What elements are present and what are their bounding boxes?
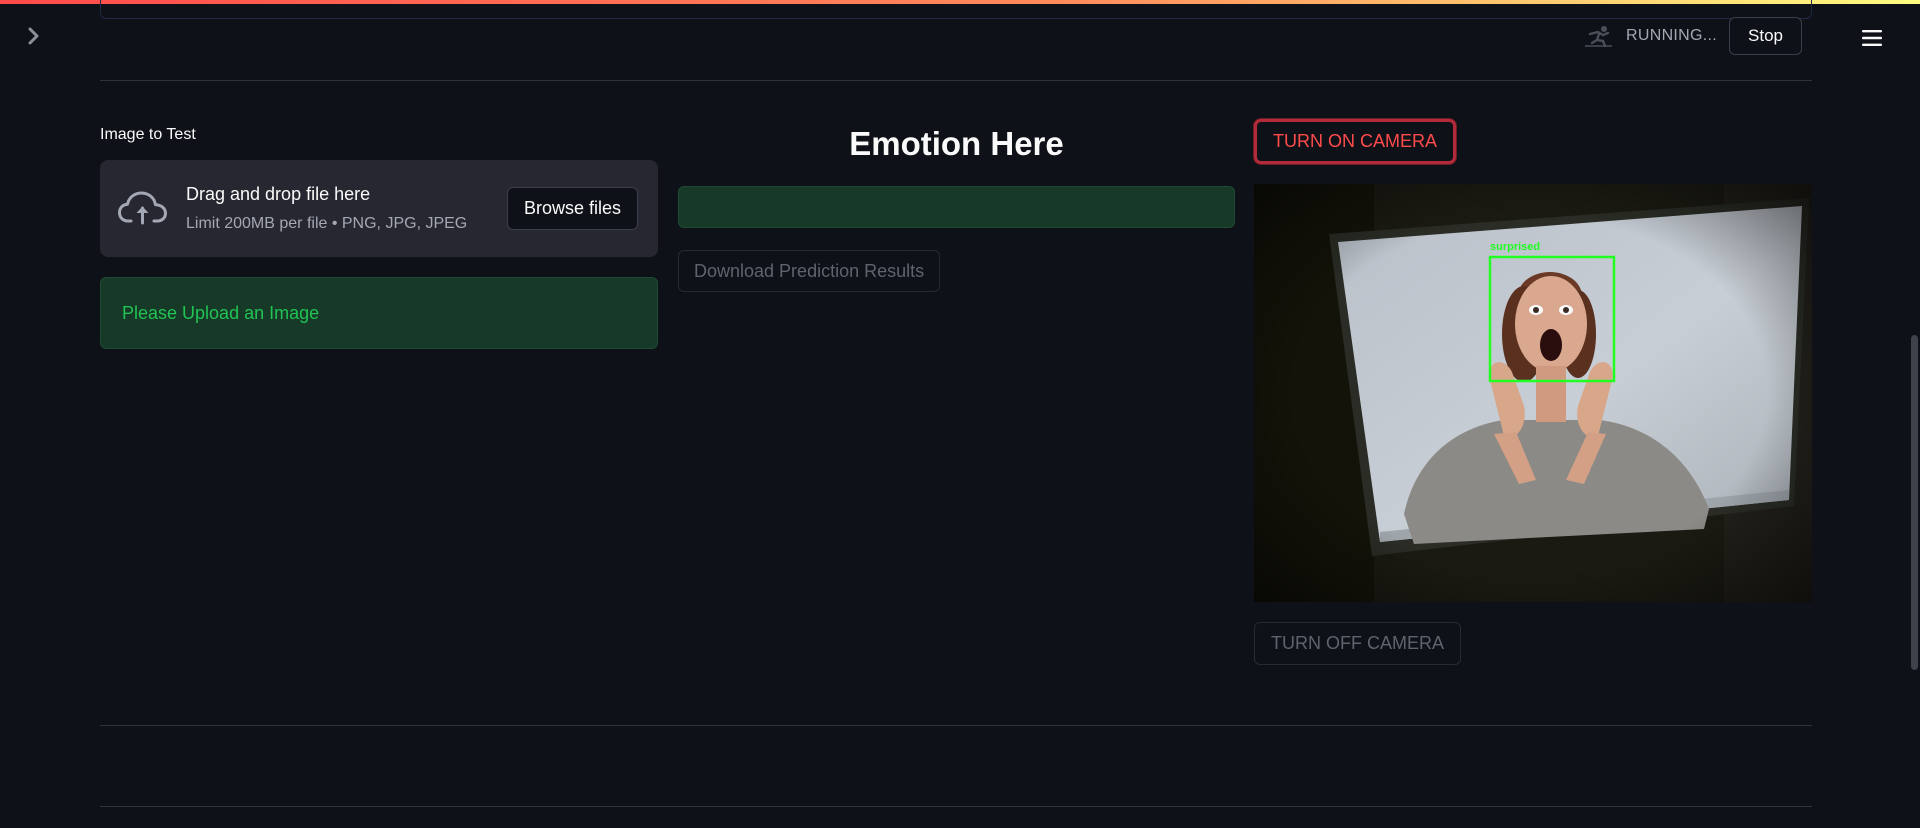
camera-video-frame: surprised xyxy=(1254,184,1812,602)
page-scrollbar[interactable] xyxy=(1908,0,1920,828)
cloud-upload-icon xyxy=(118,191,167,225)
running-status-text: RUNNING... xyxy=(1626,27,1718,44)
uploader-label: Image to Test xyxy=(100,126,196,143)
stop-button[interactable]: Stop xyxy=(1729,17,1802,55)
camera-frame-image: surprised xyxy=(1254,184,1812,602)
dropzone-limit-text: Limit 200MB per file • PNG, JPG, JPEG xyxy=(186,215,468,232)
chevron-right-icon xyxy=(28,27,39,45)
app-page: RUNNING... Stop Image to Test Drag and d… xyxy=(0,0,1920,828)
divider-footer xyxy=(100,806,1812,807)
dropzone-title: Drag and drop file here xyxy=(186,184,371,204)
turn-on-camera-button[interactable]: TURN ON CAMERA xyxy=(1254,119,1457,164)
turn-off-camera-button[interactable]: TURN OFF CAMERA xyxy=(1254,622,1461,665)
prediction-result-box xyxy=(678,186,1235,228)
browse-files-button[interactable]: Browse files xyxy=(506,187,638,230)
divider-bottom xyxy=(100,725,1812,726)
divider-top xyxy=(100,80,1812,81)
previous-block-edge xyxy=(100,0,1812,19)
emotion-heading: Emotion Here xyxy=(849,125,1064,162)
main-menu-button[interactable] xyxy=(1858,24,1886,52)
hamburger-menu-icon xyxy=(1862,30,1882,46)
upload-alert: Please Upload an Image xyxy=(100,277,658,349)
sidebar-expand-button[interactable] xyxy=(22,24,46,48)
scrollbar-thumb[interactable] xyxy=(1911,335,1918,670)
download-results-button[interactable]: Download Prediction Results xyxy=(678,250,941,292)
run-status-widget: RUNNING... Stop xyxy=(1584,17,1802,55)
file-dropzone[interactable]: Drag and drop file here Limit 200MB per … xyxy=(100,160,658,257)
running-person-icon xyxy=(1584,23,1614,49)
